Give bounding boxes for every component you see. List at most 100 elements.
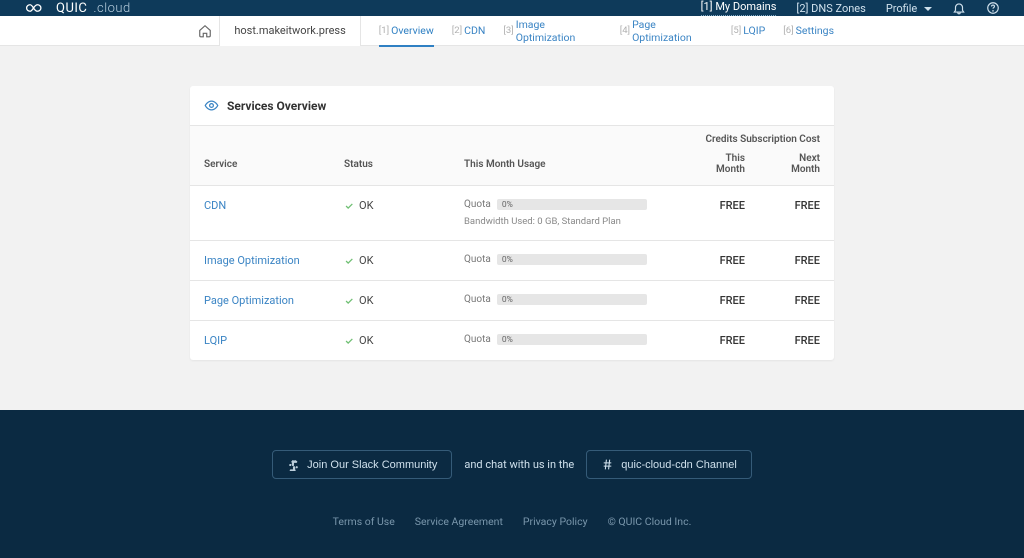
table-row: Page Optimization OK Quota 0% FREEFREE — [190, 281, 834, 321]
nav-num: [1] — [701, 0, 713, 13]
status-text: OK — [359, 294, 373, 307]
table-row: Image Optimization OK Quota 0% FREEFREE — [190, 241, 834, 281]
quota-percent: 0% — [502, 295, 513, 305]
tab-image-optimization[interactable]: [3]Image Optimization — [503, 16, 601, 46]
quota-bar: 0% — [497, 199, 647, 210]
usage-cell: Quota 0% — [464, 294, 670, 305]
tab-num: [4] — [620, 25, 630, 36]
tab-label: Image Optimization — [516, 18, 602, 44]
quota-bar: 0% — [497, 254, 647, 265]
tab-num: [2] — [452, 25, 462, 36]
nav-label: Profile — [886, 2, 917, 15]
tab-label: Overview — [391, 24, 434, 37]
domain-breadcrumb[interactable]: host.makeitwork.press — [219, 16, 360, 46]
infinity-icon — [24, 0, 50, 16]
status-badge: OK — [344, 199, 436, 212]
status-badge: OK — [344, 334, 436, 347]
quota-bar: 0% — [497, 294, 647, 305]
tab-num: [5] — [731, 25, 741, 36]
nav-profile-dropdown[interactable]: Profile — [886, 2, 932, 15]
tabs-container: [1]Overview [2]CDN [3]Image Optimization… — [379, 16, 834, 46]
cost-next-month: FREE — [759, 241, 834, 281]
service-link[interactable]: Image Optimization — [204, 254, 300, 267]
cost-this-month: FREE — [684, 241, 759, 281]
cost-this-month: FREE — [684, 281, 759, 321]
link-terms[interactable]: Terms of Use — [333, 515, 395, 528]
tab-label: CDN — [464, 24, 485, 37]
channel-button[interactable]: quic-cloud-cdn Channel — [586, 450, 752, 479]
tab-cdn[interactable]: [2]CDN — [452, 16, 486, 46]
tab-settings[interactable]: [6]Settings — [783, 16, 834, 46]
top-header: QUIC.cloud [1] My Domains [2] DNS Zones … — [0, 0, 1024, 16]
check-icon — [344, 296, 354, 306]
col-subscription-cost: Credits Subscription Cost — [684, 126, 834, 145]
brand-name-2: .cloud — [93, 1, 130, 16]
status-text: OK — [359, 254, 373, 267]
tab-label: Page Optimization — [632, 18, 713, 44]
cost-this-month: FREE — [684, 186, 759, 241]
button-label: Join Our Slack Community — [307, 459, 437, 471]
col-this-month: This Month — [684, 145, 759, 186]
nav-dns-zones[interactable]: [2] DNS Zones — [796, 2, 865, 15]
notifications-button[interactable] — [952, 1, 966, 15]
usage-cell: Quota 0% Bandwidth Used: 0 GB, Standard Pl… — [464, 199, 670, 227]
service-link[interactable]: Page Optimization — [204, 294, 294, 307]
check-icon — [344, 201, 354, 211]
col-status: Status — [330, 145, 450, 186]
brand-logo[interactable]: QUIC.cloud — [24, 0, 131, 16]
quota-label: Quota — [464, 294, 491, 305]
cost-next-month: FREE — [759, 281, 834, 321]
card-title: Services Overview — [227, 99, 326, 113]
tab-num: [1] — [379, 25, 389, 36]
main-content: Services Overview Credits Subscription C… — [0, 46, 1024, 410]
quota-label: Quota — [464, 334, 491, 345]
link-privacy[interactable]: Privacy Policy — [523, 515, 588, 528]
services-card: Services Overview Credits Subscription C… — [190, 86, 834, 360]
home-button[interactable] — [190, 24, 219, 38]
quota-bar: 0% — [497, 334, 647, 345]
usage-cell: Quota 0% — [464, 334, 670, 345]
legal-links: Terms of Use Service Agreement Privacy P… — [0, 515, 1024, 528]
status-badge: OK — [344, 254, 436, 267]
copyright-text: © QUIC Cloud Inc. — [608, 515, 692, 528]
quota-label: Quota — [464, 254, 491, 265]
tab-bar: host.makeitwork.press [1]Overview [2]CDN… — [0, 16, 1024, 46]
nav-my-domains[interactable]: [1] My Domains — [701, 0, 777, 16]
quota-label: Quota — [464, 199, 491, 210]
help-button[interactable] — [986, 1, 1000, 15]
home-icon — [198, 24, 212, 38]
quota-percent: 0% — [502, 200, 513, 210]
slack-icon — [287, 458, 300, 471]
usage-cell: Quota 0% — [464, 254, 670, 265]
status-text: OK — [359, 199, 373, 212]
quota-percent: 0% — [502, 335, 513, 345]
service-link[interactable]: LQIP — [204, 334, 227, 347]
chevron-down-icon — [924, 7, 932, 11]
nav-label: DNS Zones — [811, 2, 866, 15]
bell-icon — [952, 1, 966, 15]
services-table: Credits Subscription Cost Service Status… — [190, 126, 834, 360]
table-row: CDN OK Quota 0% Bandwidth Used: 0 GB, Standa… — [190, 186, 834, 241]
eye-icon — [204, 98, 219, 113]
cost-next-month: FREE — [759, 321, 834, 361]
tab-label: Settings — [796, 24, 834, 37]
card-header: Services Overview — [190, 86, 834, 126]
tab-lqip[interactable]: [5]LQIP — [731, 16, 765, 46]
nav-num: [2] — [796, 2, 808, 15]
tab-overview[interactable]: [1]Overview — [379, 16, 434, 46]
service-link[interactable]: CDN — [204, 199, 226, 212]
check-icon — [344, 336, 354, 346]
cost-this-month: FREE — [684, 321, 759, 361]
cost-next-month: FREE — [759, 186, 834, 241]
link-agreement[interactable]: Service Agreement — [415, 515, 503, 528]
hash-icon — [601, 458, 614, 471]
quota-percent: 0% — [502, 255, 513, 265]
bandwidth-text: Bandwidth Used: 0 GB, Standard Plan — [464, 216, 670, 227]
footer-mid-text: and chat with us in the — [464, 458, 574, 471]
nav-label: My Domains — [715, 0, 776, 13]
top-nav: [1] My Domains [2] DNS Zones Profile — [701, 0, 1000, 16]
help-icon — [986, 1, 1000, 15]
tab-page-optimization[interactable]: [4]Page Optimization — [620, 16, 713, 46]
slack-community-button[interactable]: Join Our Slack Community — [272, 450, 452, 479]
col-usage: This Month Usage — [450, 145, 684, 186]
